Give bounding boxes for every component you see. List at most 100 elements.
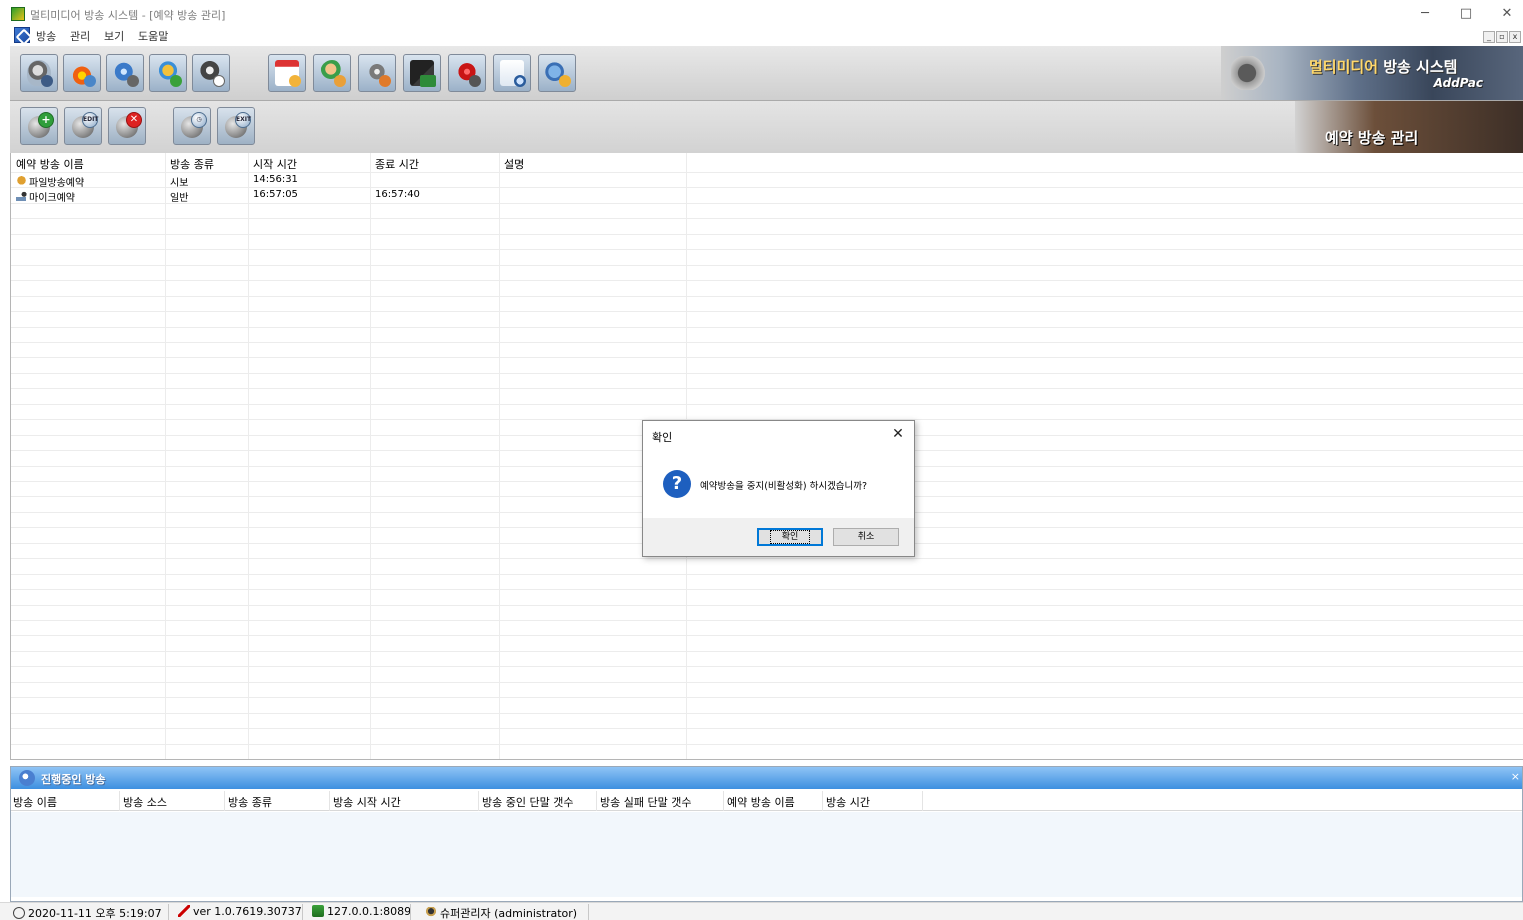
row-start: 16:57:05: [253, 189, 298, 200]
grid-row-line: [11, 280, 1523, 281]
panel-title-bar: 진행중인 방송 ×: [11, 767, 1522, 789]
col-start-time[interactable]: 시작 시간: [253, 156, 297, 172]
minimize-button[interactable]: ─: [1410, 4, 1440, 24]
col-end-time[interactable]: 종료 시간: [375, 156, 419, 172]
active-broadcast-list[interactable]: [11, 812, 1522, 897]
address-text: 127.0.0.1:8089: [327, 905, 412, 918]
col-broadcast-source[interactable]: 방송 소스: [123, 794, 167, 810]
schedule-time-button[interactable]: ◷: [173, 107, 211, 145]
status-version: ver 1.0.7619.30737: [178, 905, 302, 918]
dialog-title: 확인: [652, 431, 673, 444]
col-failed-terminals[interactable]: 방송 실패 단말 갯수: [600, 794, 691, 810]
edit-badge-icon: EDIT: [82, 112, 98, 128]
col-broadcast-type[interactable]: 방송 종류: [228, 794, 272, 810]
close-button[interactable]: ✕: [1492, 4, 1522, 24]
grid-row-line: [11, 311, 1523, 312]
table-row[interactable]: 마이크예약 일반 16:57:05 16:57:40: [11, 188, 691, 204]
add-schedule-button[interactable]: +: [20, 107, 58, 145]
search-log-button[interactable]: [493, 54, 531, 92]
col-broadcast-type[interactable]: 방송 종류: [170, 156, 214, 172]
col-broadcast-name[interactable]: 방송 이름: [13, 794, 57, 810]
row-type: 시보: [170, 178, 189, 189]
status-user: 슈퍼관리자 (administrator): [425, 905, 577, 920]
grid-row-line: [11, 558, 1523, 559]
col-divider: [119, 791, 120, 811]
mdi-window-icon[interactable]: [14, 27, 30, 43]
grid-column-line: [165, 153, 166, 759]
status-separator: [302, 904, 303, 920]
globe-badge-icon: [127, 75, 139, 87]
mic-broadcast-icon: [15, 191, 28, 202]
speaker-badge-icon: [41, 75, 53, 87]
network-broadcast-button[interactable]: [106, 54, 144, 92]
grid-row-line: [11, 697, 1523, 698]
banner-title-part2: 방송 시스템: [1378, 58, 1458, 76]
ok-button[interactable]: 확인: [757, 528, 823, 546]
grid-row-line: [11, 373, 1523, 374]
broadcast-main-button[interactable]: [20, 54, 58, 92]
grid-row-line: [11, 265, 1523, 266]
app-icon: [11, 7, 25, 21]
grid-row-line: [11, 388, 1523, 389]
user-text: 슈퍼관리자 (administrator): [440, 907, 578, 920]
version-text: ver 1.0.7619.30737: [193, 905, 302, 918]
menu-bar: 방송 관리 보기 도움말 _ ▫ x: [0, 26, 1523, 45]
section-title: 예약 방송 관리: [1325, 129, 1419, 147]
col-schedule-name[interactable]: 예약 방송 이름: [727, 794, 795, 810]
row-start: 14:56:31: [253, 174, 298, 185]
col-divider: [224, 791, 225, 811]
cancel-button[interactable]: 취소: [833, 528, 899, 546]
broadcast-panel-icon: [19, 770, 35, 786]
mdi-controls: _ ▫ x: [1483, 29, 1523, 43]
row-end: 16:57:40: [375, 189, 420, 200]
dialog-footer: 확인 취소: [643, 518, 914, 556]
dialog-close-button[interactable]: ✕: [888, 424, 908, 444]
menu-view[interactable]: 보기: [104, 28, 124, 44]
col-divider: [922, 791, 923, 811]
section-banner: 예약 방송 관리: [1295, 101, 1523, 153]
status-separator: [168, 904, 169, 920]
col-schedule-name[interactable]: 예약 방송 이름: [16, 156, 84, 172]
col-description[interactable]: 설명: [504, 156, 524, 172]
emergency-119-button[interactable]: [448, 54, 486, 92]
menu-broadcast[interactable]: 방송: [36, 28, 56, 44]
menu-help[interactable]: 도움말: [138, 28, 168, 44]
tool-badge-icon: [559, 75, 571, 87]
banner-brand: AddPac: [1433, 76, 1483, 90]
mdi-restore-button[interactable]: ▫: [1496, 31, 1508, 43]
schedule-exit-button[interactable]: EXIT: [217, 107, 255, 145]
voice-badge-icon: [334, 75, 346, 87]
pencil-icon: [178, 905, 190, 917]
maximize-button[interactable]: □: [1451, 4, 1481, 24]
question-icon: ?: [663, 470, 691, 498]
delete-schedule-button[interactable]: ✕: [108, 107, 146, 145]
group-broadcast-button[interactable]: [149, 54, 187, 92]
col-broadcast-start[interactable]: 방송 시작 시간: [333, 794, 401, 810]
fire-alarm-button[interactable]: [63, 54, 101, 92]
col-active-terminals[interactable]: 방송 중인 단말 갯수: [482, 794, 573, 810]
dns-button[interactable]: [403, 54, 441, 92]
col-broadcast-duration[interactable]: 방송 시간: [826, 794, 870, 810]
row-name-cell: 파일방송예약: [15, 174, 84, 189]
file-broadcast-icon: [15, 176, 28, 187]
config-tool-button[interactable]: [538, 54, 576, 92]
mdi-minimize-button[interactable]: _: [1483, 31, 1495, 43]
menu-manage[interactable]: 관리: [70, 28, 90, 44]
app-banner: 멀티미디어 방송 시스템 AddPac: [1221, 46, 1523, 100]
grid-row-line: [11, 296, 1523, 297]
status-bar: 2020-11-11 오후 5:19:07 ver 1.0.7619.30737…: [0, 902, 1523, 920]
col-divider: [329, 791, 330, 811]
settings-button[interactable]: [358, 54, 396, 92]
edit-schedule-button[interactable]: EDIT: [64, 107, 102, 145]
table-row[interactable]: 파일방송예약 시보 14:56:31: [11, 173, 691, 189]
user-voice-button[interactable]: [313, 54, 351, 92]
schedule-list-header: 예약 방송 이름 방송 종류 시작 시간 종료 시간 설명: [11, 153, 1523, 171]
status-separator: [588, 904, 589, 920]
main-toolbar: 멀티미디어 방송 시스템 AddPac: [10, 46, 1523, 101]
active-list-header: 방송 이름 방송 소스 방송 종류 방송 시작 시간 방송 중인 단말 갯수 방…: [11, 791, 1522, 811]
mic-schedule-button[interactable]: [192, 54, 230, 92]
panel-close-button[interactable]: ×: [1511, 770, 1520, 783]
mdi-close-button[interactable]: x: [1509, 31, 1521, 43]
grid-row-line: [11, 404, 1523, 405]
schedule-calendar-button[interactable]: [268, 54, 306, 92]
